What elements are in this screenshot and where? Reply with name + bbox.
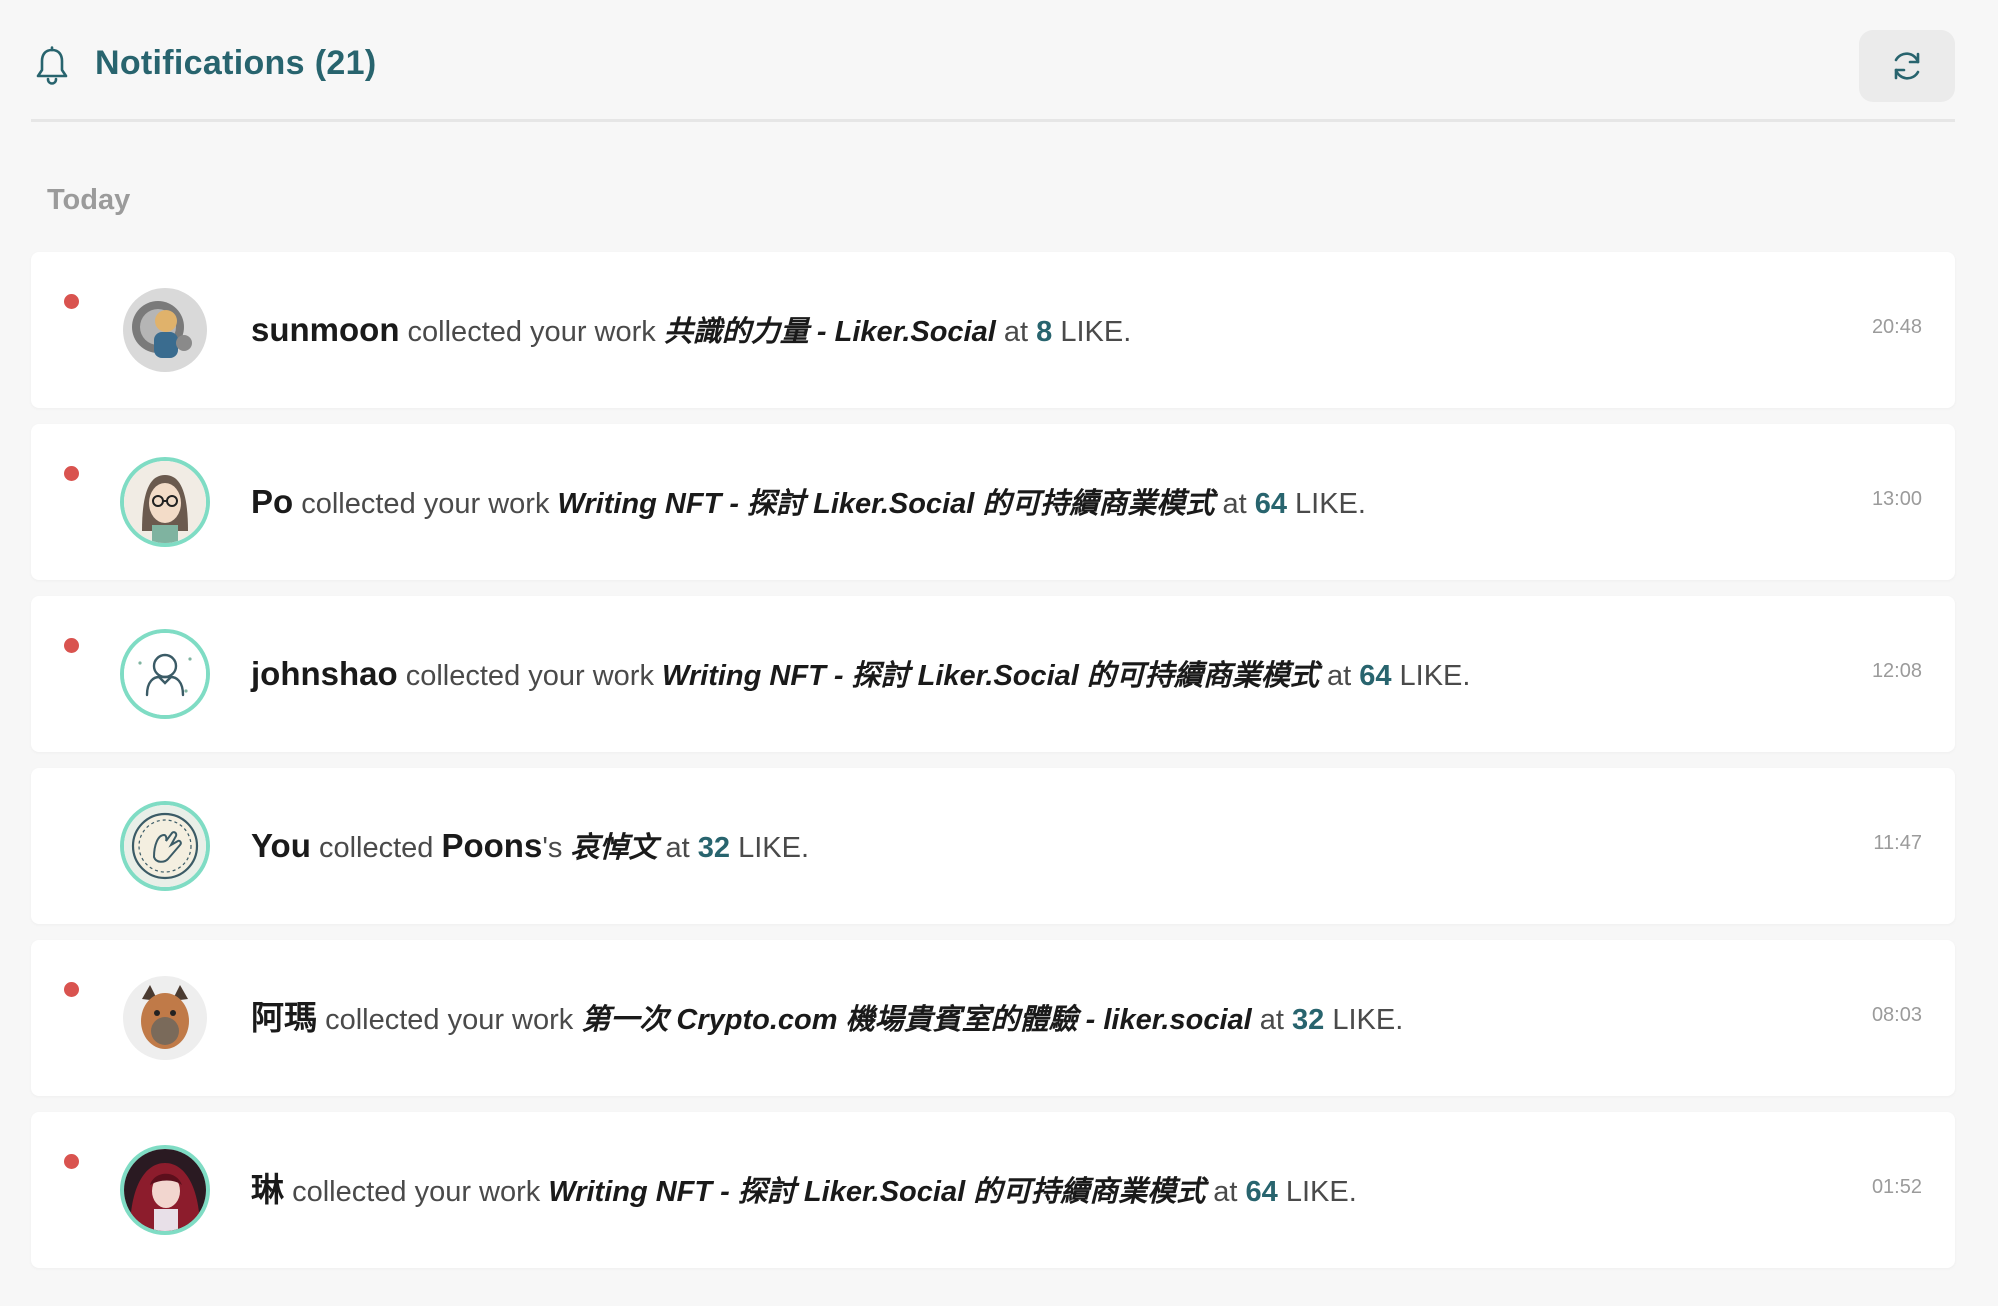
timestamp: 08:03	[1871, 1004, 1922, 1026]
action-text: collected your work	[301, 488, 550, 520]
notification-text: Po collected your work Writing NFT - 探討 …	[251, 480, 1755, 526]
action-text: collected your work	[325, 1004, 574, 1036]
notification-text: sunmoon collected your work 共識的力量 - Like…	[251, 308, 1755, 354]
bell-icon	[36, 46, 68, 85]
like-unit: LIKE.	[1295, 488, 1366, 520]
unread-dot	[64, 1154, 79, 1169]
actor-username[interactable]: 琳	[251, 1171, 284, 1208]
avatar[interactable]	[120, 801, 210, 891]
action-text: collected your work	[292, 1176, 541, 1208]
avatar[interactable]	[120, 457, 210, 547]
page-title-text: Notifications	[95, 44, 305, 82]
actor-username[interactable]: johnshao	[251, 655, 398, 692]
avatar[interactable]	[120, 973, 210, 1063]
like-unit: LIKE.	[1285, 1176, 1357, 1208]
timestamp: 01:52	[1871, 1176, 1922, 1198]
like-unit: LIKE.	[1060, 316, 1132, 348]
like-unit: LIKE.	[738, 832, 810, 864]
work-title[interactable]: Writing NFT - 探討 Liker.Social 的可持續商業模式	[662, 660, 1319, 692]
timestamp: 20:48	[1871, 316, 1922, 338]
page-title: Notifications (21)	[95, 44, 376, 83]
notification-item[interactable]: You collected Poons's 哀悼文 at 32 LIKE. 11…	[31, 768, 1955, 924]
action-text: collected your work	[407, 316, 656, 348]
avatar[interactable]	[120, 629, 210, 719]
work-title[interactable]: 第一次 Crypto.com 機場貴賓室的體驗 - liker.social	[581, 1004, 1251, 1036]
actor-username[interactable]: You	[251, 827, 311, 864]
like-unit: LIKE.	[1332, 1004, 1404, 1036]
unread-dot	[64, 294, 79, 309]
notification-list: sunmoon collected your work 共識的力量 - Like…	[31, 252, 1955, 1284]
action-text: collected	[318, 832, 434, 864]
avatar[interactable]	[120, 285, 210, 375]
user-avatar-image	[123, 976, 207, 1060]
timestamp: 11:47	[1873, 832, 1922, 854]
notification-count: (21)	[314, 44, 377, 82]
unread-dot	[64, 638, 79, 653]
notifications-header: Notifications (21)	[31, 0, 1955, 122]
actor-username[interactable]: Po	[251, 483, 293, 520]
like-unit: LIKE.	[1399, 660, 1471, 692]
unread-dot	[64, 982, 79, 997]
notification-text: 琳 collected your work Writing NFT - 探討 L…	[251, 1168, 1755, 1214]
refresh-icon	[1894, 52, 1920, 80]
notification-item[interactable]: 阿瑪 collected your work 第一次 Crypto.com 機場…	[31, 940, 1955, 1096]
like-amount: 32	[1292, 1004, 1325, 1036]
like-amount: 64	[1245, 1176, 1278, 1208]
notification-text: johnshao collected your work Writing NFT…	[251, 652, 1755, 698]
work-title[interactable]: 共識的力量 - Liker.Social	[664, 316, 996, 348]
user-avatar-image	[124, 461, 206, 543]
actor-username[interactable]: 阿瑪	[251, 999, 317, 1036]
like-amount: 64	[1359, 660, 1392, 692]
timestamp: 12:08	[1871, 660, 1922, 682]
at-text: at	[1003, 316, 1029, 348]
notification-item[interactable]: Po collected your work Writing NFT - 探討 …	[31, 424, 1955, 580]
timestamp: 13:00	[1871, 488, 1922, 510]
actor-username[interactable]: sunmoon	[251, 311, 399, 348]
like-amount: 32	[697, 832, 731, 864]
possessive-text: 's	[542, 832, 563, 864]
like-amount: 8	[1036, 316, 1053, 348]
at-text: at	[665, 832, 690, 864]
notifications-page: Notifications (21) Today sunmoon collect…	[0, 0, 1998, 1306]
action-text: collected your work	[405, 660, 654, 692]
at-text: at	[1259, 1004, 1284, 1036]
avatar[interactable]	[120, 1145, 210, 1235]
notification-item[interactable]: 琳 collected your work Writing NFT - 探討 L…	[31, 1112, 1955, 1268]
section-label-today: Today	[47, 184, 131, 216]
notification-text: You collected Poons's 哀悼文 at 32 LIKE.	[251, 824, 1755, 870]
work-title[interactable]: Writing NFT - 探討 Liker.Social 的可持續商業模式	[548, 1176, 1205, 1208]
user-avatar-image	[124, 805, 206, 887]
target-username[interactable]: Poons	[441, 827, 542, 864]
at-text: at	[1326, 660, 1352, 692]
notification-item[interactable]: johnshao collected your work Writing NFT…	[31, 596, 1955, 752]
user-avatar-image	[124, 1149, 206, 1231]
notification-text: 阿瑪 collected your work 第一次 Crypto.com 機場…	[251, 996, 1755, 1042]
refresh-button[interactable]	[1859, 30, 1955, 102]
user-avatar-image	[123, 288, 207, 372]
notification-item[interactable]: sunmoon collected your work 共識的力量 - Like…	[31, 252, 1955, 408]
default-avatar-icon	[124, 633, 206, 715]
like-amount: 64	[1254, 488, 1287, 520]
work-title[interactable]: 哀悼文	[570, 832, 657, 864]
work-title[interactable]: Writing NFT - 探討 Liker.Social 的可持續商業模式	[558, 488, 1215, 520]
at-text: at	[1213, 1176, 1238, 1208]
at-text: at	[1222, 488, 1247, 520]
unread-dot	[64, 466, 79, 481]
